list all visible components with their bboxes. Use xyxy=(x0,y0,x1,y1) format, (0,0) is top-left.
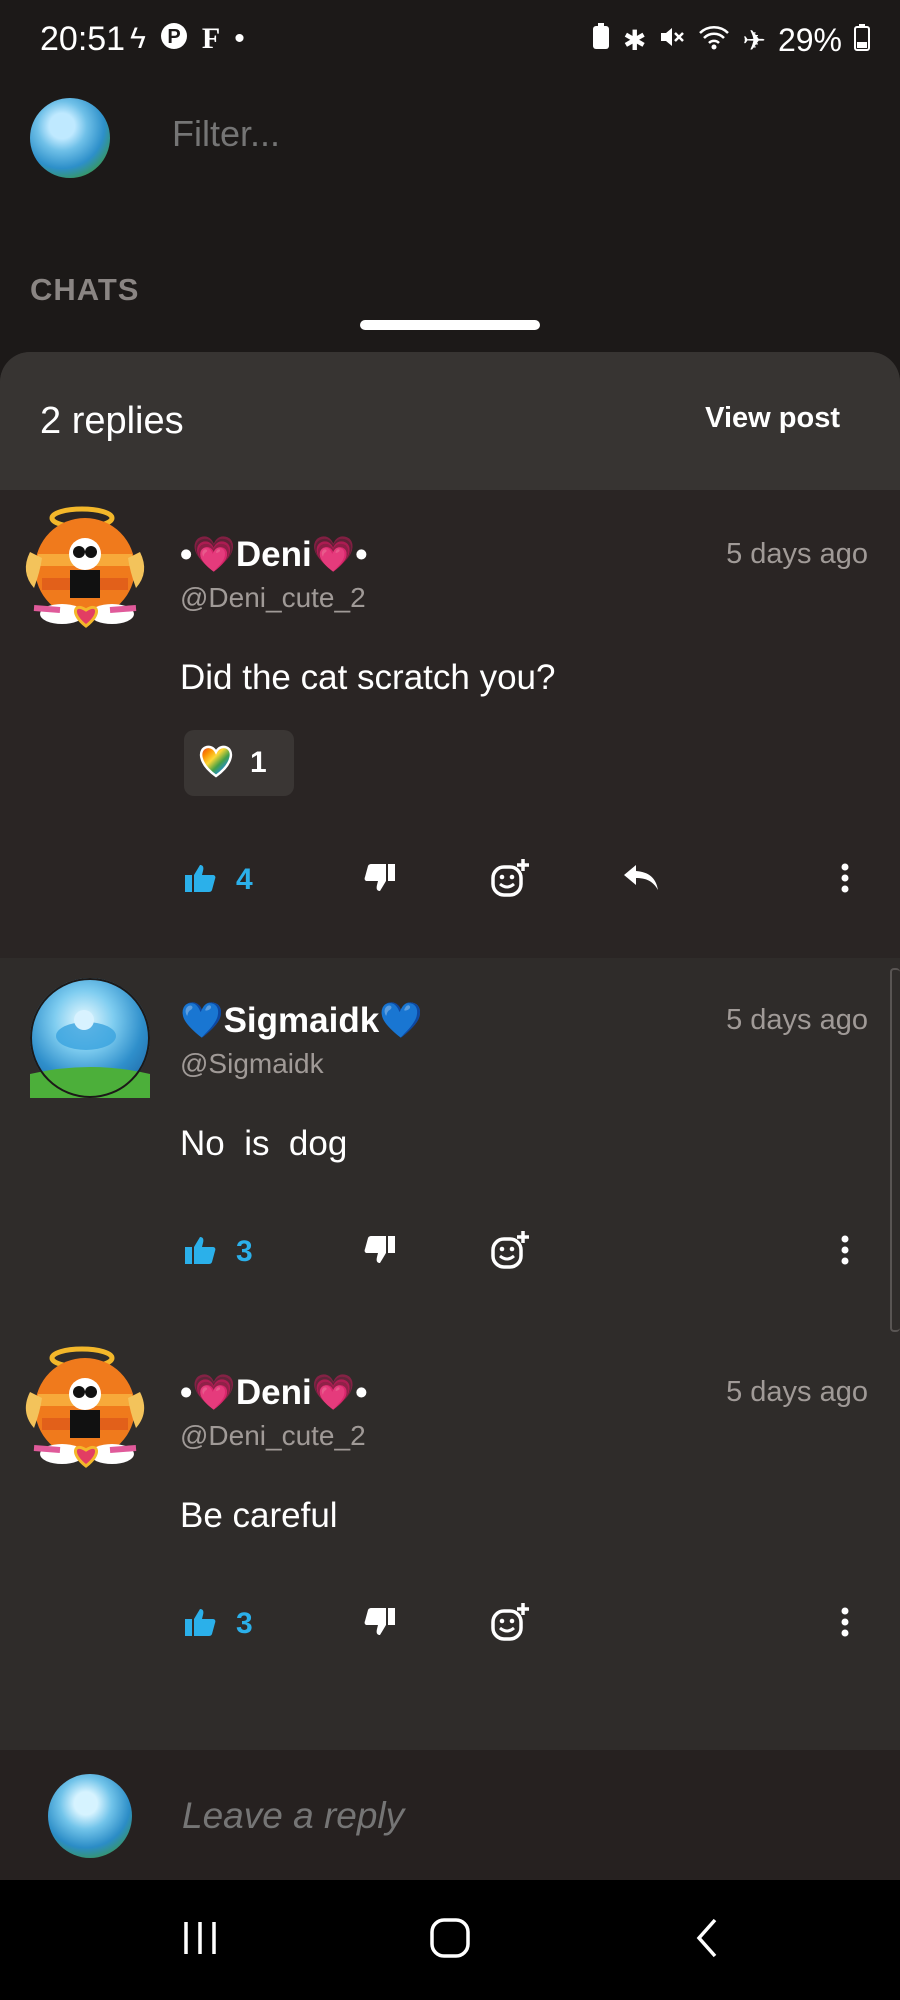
dislike-button[interactable] xyxy=(364,1594,396,1654)
airplane-icon: ✈ xyxy=(742,25,766,56)
add-emoji-icon xyxy=(490,858,530,903)
battery-saver-icon xyxy=(591,23,611,58)
thumbs-up-icon xyxy=(184,1235,216,1270)
dislike-button[interactable] xyxy=(364,850,396,910)
bluetooth-icon: ✱ xyxy=(623,25,647,56)
comment-actions: 3 xyxy=(180,1594,870,1654)
dislike-button[interactable] xyxy=(364,1222,396,1282)
replies-count: 2 replies xyxy=(40,400,184,442)
more-vertical-icon xyxy=(840,1234,850,1271)
reply-button[interactable] xyxy=(622,850,660,910)
system-nav-bar xyxy=(0,1880,900,2000)
reply-input[interactable] xyxy=(180,1794,784,1838)
status-bar: 20:51 ϟ P F • ✱ ✈ 29% xyxy=(0,0,900,84)
thumbs-down-icon xyxy=(364,863,396,898)
username[interactable]: 💙Sigmaidk💙 xyxy=(180,1000,423,1041)
thumbs-up-icon xyxy=(184,863,216,898)
add-reaction-button[interactable] xyxy=(490,1222,530,1282)
user-handle: @Deni_cute_2 xyxy=(180,582,366,613)
mute-icon xyxy=(658,23,686,58)
like-count: 3 xyxy=(236,1607,253,1640)
home-icon xyxy=(428,1916,472,1965)
profile-avatar[interactable] xyxy=(30,98,110,178)
battery-percent: 29% xyxy=(777,22,842,58)
more-options-button[interactable] xyxy=(840,850,850,910)
notification-icons: ϟ P F • xyxy=(130,22,245,58)
pinterest-icon: P xyxy=(160,22,188,58)
system-icons: ✱ ✈ 29% xyxy=(591,22,870,59)
user-handle: @Deni_cute_2 xyxy=(180,1420,366,1451)
thumbs-down-icon xyxy=(364,1235,396,1270)
like-button[interactable]: 4 xyxy=(184,850,253,910)
username[interactable]: •💗Deni💗• xyxy=(180,1372,368,1413)
like-count: 4 xyxy=(236,863,253,896)
wifi-icon xyxy=(698,23,730,58)
scrollbar[interactable] xyxy=(890,968,900,1332)
comment-item: 💙Sigmaidk💙 @Sigmaidk 5 days ago No is do… xyxy=(0,958,900,1330)
svg-text:P: P xyxy=(167,26,180,48)
reaction-count: 1 xyxy=(250,746,267,779)
like-count: 3 xyxy=(236,1235,253,1268)
comment-actions: 3 xyxy=(180,1222,870,1282)
comment-time: 5 days ago xyxy=(726,1004,868,1036)
like-button[interactable]: 3 xyxy=(184,1594,253,1654)
add-reaction-button[interactable] xyxy=(490,1594,530,1654)
comment-text: No is dog xyxy=(180,1124,348,1163)
add-emoji-icon xyxy=(490,1230,530,1275)
section-chats-label: CHATS xyxy=(30,272,140,307)
comment-actions: 4 xyxy=(180,850,870,910)
more-vertical-icon xyxy=(840,862,850,899)
flash-icon: ϟ xyxy=(130,22,146,55)
sheet-header: 2 replies View post xyxy=(0,352,900,490)
recents-icon xyxy=(180,1918,220,1963)
add-emoji-icon xyxy=(490,1602,530,1647)
username[interactable]: •💗Deni💗• xyxy=(180,534,368,575)
user-avatar[interactable] xyxy=(20,1342,160,1482)
reply-bar xyxy=(0,1750,900,1880)
more-options-button[interactable] xyxy=(840,1222,850,1282)
thumbs-down-icon xyxy=(364,1607,396,1642)
reaction-chip[interactable]: 1 xyxy=(184,730,294,796)
comment-text: Did the cat scratch you? xyxy=(180,658,556,697)
like-button[interactable]: 3 xyxy=(184,1222,253,1282)
back-button[interactable] xyxy=(676,1910,736,1970)
sheet-drag-handle[interactable] xyxy=(360,320,540,330)
more-vertical-icon xyxy=(840,1606,850,1643)
rainbow-heart-icon xyxy=(196,743,236,784)
back-icon xyxy=(691,1916,721,1965)
comment-time: 5 days ago xyxy=(726,1376,868,1408)
thumbs-up-icon xyxy=(184,1607,216,1642)
dot-icon: • xyxy=(234,22,245,55)
comment-item: •💗Deni💗• @Deni_cute_2 5 days ago Did the… xyxy=(0,490,900,958)
my-avatar xyxy=(48,1774,132,1858)
f-icon: F xyxy=(201,22,221,55)
reply-arrow-icon xyxy=(622,863,660,898)
home-button[interactable] xyxy=(420,1910,480,1970)
status-time: 20:51 xyxy=(40,20,126,58)
more-options-button[interactable] xyxy=(840,1594,850,1654)
battery-icon xyxy=(854,23,870,58)
recents-button[interactable] xyxy=(170,1910,230,1970)
user-avatar[interactable] xyxy=(20,502,160,642)
filter-input[interactable] xyxy=(170,112,774,156)
comment-item: •💗Deni💗• @Deni_cute_2 5 days ago Be care… xyxy=(0,1330,900,1702)
user-handle: @Sigmaidk xyxy=(180,1048,324,1079)
comment-text: Be careful xyxy=(180,1496,338,1535)
comment-time: 5 days ago xyxy=(726,538,868,570)
add-reaction-button[interactable] xyxy=(490,850,530,910)
user-avatar[interactable] xyxy=(30,978,150,1098)
view-post-button[interactable]: View post xyxy=(705,402,840,435)
